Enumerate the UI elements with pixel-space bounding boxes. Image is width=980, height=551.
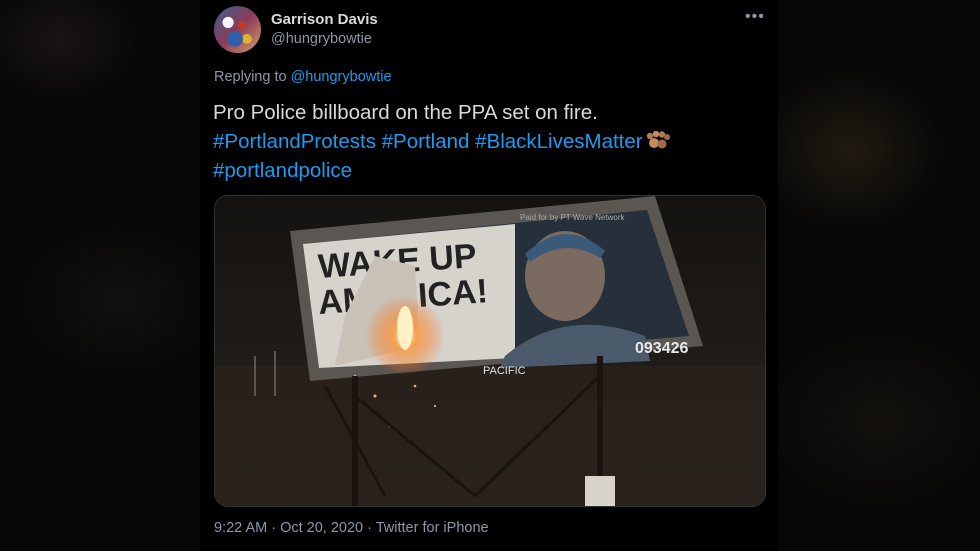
billboard-company: PACIFIC bbox=[483, 365, 526, 377]
tweet-meta: 9:22 AM · Oct 20, 2020 · Twitter for iPh… bbox=[214, 520, 489, 536]
replying-prefix: Replying to bbox=[214, 69, 291, 85]
hashtag-link[interactable]: #BlackLivesMatter bbox=[475, 130, 642, 153]
avatar[interactable] bbox=[214, 6, 261, 53]
tweet-date-link[interactable]: Oct 20, 2020 bbox=[280, 520, 363, 536]
replying-to: Replying to @hungrybowtie bbox=[214, 69, 392, 85]
tweet-time-link[interactable]: 9:22 AM bbox=[214, 520, 267, 536]
meta-separator: · bbox=[267, 520, 281, 536]
tweet-card: Garrison Davis @hungrybowtie ••• Replyin… bbox=[200, 0, 778, 551]
billboard-fire-photo: WAKE UP AMERICA! Paid for by PT Wave Net… bbox=[215, 196, 765, 506]
more-options-icon[interactable]: ••• bbox=[745, 8, 765, 26]
tweet-text: Pro Police billboard on the PPA set on f… bbox=[213, 98, 753, 185]
raised-fist-icon bbox=[646, 130, 670, 149]
hashtag-link[interactable]: #Portland bbox=[382, 130, 470, 153]
author-name[interactable]: Garrison Davis bbox=[271, 11, 378, 28]
tweet-client-link[interactable]: Twitter for iPhone bbox=[376, 520, 489, 536]
author-handle[interactable]: @hungrybowtie bbox=[271, 31, 372, 47]
billboard-number: 093426 bbox=[635, 340, 688, 357]
billboard-paid-for: Paid for by PT Wave Network bbox=[520, 213, 625, 222]
tweet-sentence: Pro Police billboard on the PPA set on f… bbox=[213, 101, 598, 124]
hashtag-link[interactable]: #PortlandProtests bbox=[213, 130, 376, 153]
video-media[interactable]: WAKE UP AMERICA! Paid for by PT Wave Net… bbox=[214, 195, 766, 507]
hashtag-link[interactable]: #portlandpolice bbox=[213, 159, 352, 182]
meta-separator: · bbox=[363, 520, 376, 536]
reply-mention-link[interactable]: @hungrybowtie bbox=[291, 69, 392, 85]
